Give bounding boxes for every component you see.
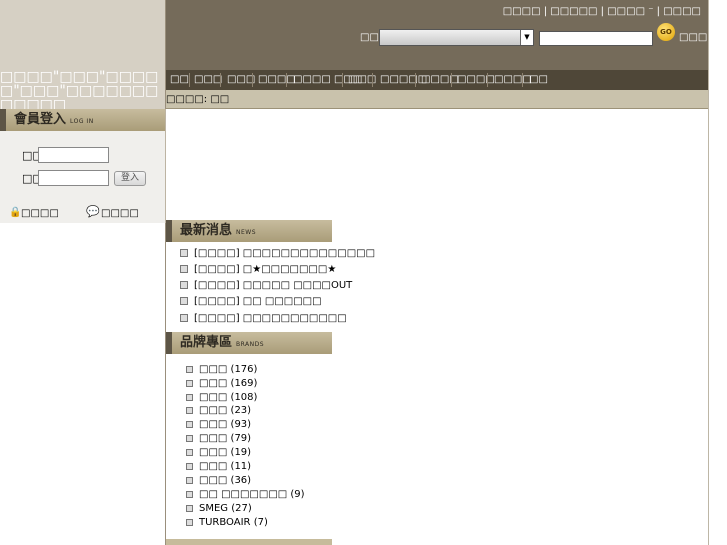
password-input[interactable] xyxy=(38,170,109,186)
brand-item[interactable]: □□□ (19) xyxy=(186,447,251,458)
nav-divider xyxy=(342,73,343,87)
bullet-icon xyxy=(186,365,193,373)
bullet-icon xyxy=(180,314,188,322)
brand-item[interactable]: □□□ (23) xyxy=(186,405,251,416)
nav-item-6[interactable]: □□□ xyxy=(344,70,380,90)
brand-item[interactable]: TURBOAIR (7) xyxy=(186,517,268,528)
news-item[interactable]: [□□□□] □□□□□□□□□□□ xyxy=(180,313,347,324)
account-input[interactable] xyxy=(38,147,109,163)
brand-item[interactable]: □□□ (169) xyxy=(186,378,257,389)
brands-section-header: 品牌專區 BRANDS xyxy=(166,332,332,354)
page-right-border xyxy=(708,0,709,545)
lock-icon: 🔒 xyxy=(9,207,22,218)
breadcrumb-bar xyxy=(166,90,708,109)
register-link[interactable]: □□□□ xyxy=(101,208,139,219)
search-input[interactable] xyxy=(539,31,653,46)
brand-item[interactable]: □□ □□□□□□□ (9) xyxy=(186,489,305,500)
forgot-password-link[interactable]: □□□□ xyxy=(21,208,59,219)
brand-item[interactable]: □□□ (11) xyxy=(186,461,251,472)
advanced-search-link[interactable]: □□□□ xyxy=(679,32,717,43)
bullet-icon xyxy=(186,504,193,512)
brand-item[interactable]: □□□ (108) xyxy=(186,392,257,403)
news-section-header: 最新消息 NEWS xyxy=(166,220,332,242)
search-category-select[interactable]: ▼ xyxy=(379,29,534,46)
bullet-icon xyxy=(180,281,188,289)
brands-title: 品牌專區 xyxy=(180,335,233,350)
breadcrumb: □□□□: □□ xyxy=(166,94,230,105)
bullet-icon xyxy=(186,406,193,414)
nav-item-11[interactable]: □□ xyxy=(525,70,552,90)
login-section-header: 會員登入 LOG IN xyxy=(0,109,165,131)
top-links[interactable]: □□□□ | □□□□□ | □□□□ ⁻ | □□□□ xyxy=(503,6,701,17)
nav-divider xyxy=(451,73,452,87)
login-button[interactable]: 登入 xyxy=(114,171,146,186)
brand-item[interactable]: □□□ (79) xyxy=(186,433,251,444)
column-divider xyxy=(165,223,166,545)
next-section-header xyxy=(166,539,332,545)
bullet-icon xyxy=(180,249,188,257)
brand-item[interactable]: SMEG (27) xyxy=(186,503,252,514)
chevron-down-icon[interactable]: ▼ xyxy=(520,30,533,45)
news-title: 最新消息 xyxy=(180,223,233,238)
news-item[interactable]: [□□□□] □□ □□□□□□ xyxy=(180,296,322,307)
login-title-small: LOG IN xyxy=(70,118,94,125)
news-item[interactable]: [□□□□] □□□□□□□□□□□□□□ xyxy=(180,248,375,259)
nav-divider xyxy=(415,73,416,87)
nav-divider xyxy=(372,73,373,87)
news-title-small: NEWS xyxy=(236,229,257,236)
brands-title-small: BRANDS xyxy=(236,341,265,348)
bullet-icon xyxy=(186,476,193,484)
brand-item[interactable]: □□□ (93) xyxy=(186,419,251,430)
nav-divider xyxy=(286,73,287,87)
chat-bubble-icon: 💬 xyxy=(86,205,100,218)
nav-divider xyxy=(522,73,523,87)
bullet-icon xyxy=(180,297,188,305)
brand-item[interactable]: □□□ (176) xyxy=(186,364,257,375)
bullet-icon xyxy=(186,462,193,470)
bullet-icon xyxy=(186,393,193,401)
bullet-icon xyxy=(186,518,193,526)
login-title: 會員登入 xyxy=(14,112,67,127)
news-item[interactable]: [□□□□] □□□□□ □□□□OUT xyxy=(180,280,352,291)
bullet-icon xyxy=(186,490,193,498)
marquee-text: □□□□"□□□"□□□□□"□□□"□□□□□□□□□□□□ xyxy=(0,69,159,113)
brand-item[interactable]: □□□ (36) xyxy=(186,475,251,486)
bullet-icon xyxy=(180,265,188,273)
nav-divider xyxy=(252,73,253,87)
go-button[interactable]: GO xyxy=(657,23,675,41)
bullet-icon xyxy=(186,448,193,456)
bullet-icon xyxy=(186,420,193,428)
nav-divider xyxy=(220,73,221,87)
news-item[interactable]: [□□□□] □★□□□□□□□★ xyxy=(180,264,336,275)
bullet-icon xyxy=(186,379,193,387)
bullet-icon xyxy=(186,434,193,442)
nav-divider xyxy=(487,73,488,87)
